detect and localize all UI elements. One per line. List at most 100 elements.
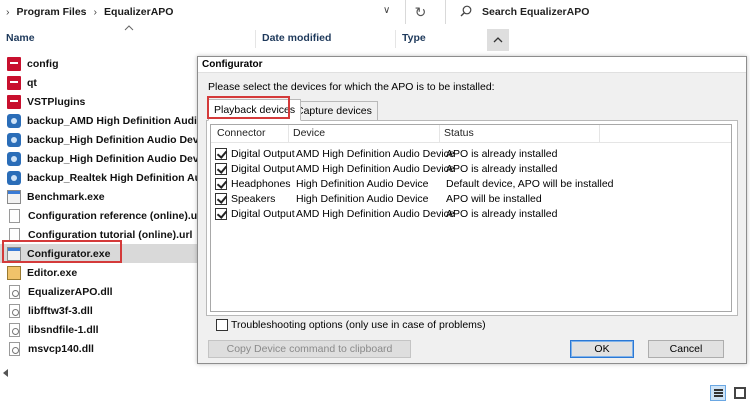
troubleshooting-checkbox[interactable]: [216, 319, 228, 331]
file-row-equalizerapo-dll[interactable]: EqualizerAPO.dll: [0, 282, 200, 301]
search-icon: [460, 5, 472, 20]
breadcrumb-item-program-files[interactable]: Program Files: [17, 6, 87, 18]
troubleshooting-option[interactable]: Troubleshooting options (only use in cas…: [216, 319, 486, 331]
details-view-button[interactable]: [710, 385, 726, 401]
file-row-backup-realtek[interactable]: backup_Realtek High Definition Audio_S: [0, 168, 200, 187]
ok-button[interactable]: OK: [570, 340, 634, 358]
settings-file-icon: [7, 132, 21, 147]
device-row[interactable]: Digital Output AMD High Definition Audio…: [211, 162, 731, 177]
device-connector: Digital Output: [231, 148, 295, 160]
status-bar: [0, 380, 750, 406]
dialog-instruction: Please select the devices for which the …: [208, 81, 495, 93]
device-checkbox[interactable]: [215, 178, 227, 190]
device-list-header: Connector Device Status: [211, 125, 731, 143]
refresh-icon: ↻: [414, 3, 427, 20]
device-name: High Definition Audio Device: [296, 178, 429, 190]
device-checkbox[interactable]: [215, 193, 227, 205]
file-row-qt[interactable]: qt: [0, 73, 200, 92]
device-row[interactable]: Headphones High Definition Audio Device …: [211, 177, 731, 192]
device-row[interactable]: Speakers High Definition Audio Device AP…: [211, 192, 731, 207]
exe-icon: [7, 189, 21, 204]
device-row[interactable]: Digital Output AMD High Definition Audio…: [211, 147, 731, 162]
dll-icon: [9, 303, 20, 318]
device-status: APO is already installed: [446, 163, 558, 175]
configurator-dialog: Configurator Please select the devices f…: [197, 56, 747, 364]
file-row-config-reference[interactable]: Configuration reference (online).url: [0, 206, 200, 225]
sort-ascending-icon: [124, 25, 134, 31]
device-name: AMD High Definition Audio Device: [296, 163, 455, 175]
large-icons-view-button[interactable]: [732, 385, 748, 401]
breadcrumb[interactable]: › Program Files › EqualizerAPO: [6, 0, 401, 24]
copy-command-button[interactable]: Copy Device command to clipboard: [208, 340, 411, 358]
file-row-editor[interactable]: Editor.exe: [0, 263, 200, 282]
device-connector: Digital Output: [231, 208, 295, 220]
device-name: AMD High Definition Audio Device: [296, 148, 455, 160]
chevron-up-icon: [493, 37, 503, 43]
file-row-libsndfile[interactable]: libsndfile-1.dll: [0, 320, 200, 339]
device-status: APO is already installed: [446, 148, 558, 160]
settings-file-icon: [7, 170, 21, 185]
tab-panel: Connector Device Status Digital Output A…: [206, 120, 738, 316]
breadcrumb-chevron-icon: ›: [93, 6, 98, 18]
settings-file-icon: [7, 151, 21, 166]
details-view-icon: [714, 389, 723, 397]
tab-capture-devices[interactable]: Capture devices: [290, 101, 378, 121]
device-status: APO is already installed: [446, 208, 558, 220]
column-header-name[interactable]: Name: [6, 32, 35, 44]
collapse-button[interactable]: [487, 29, 509, 51]
column-divider[interactable]: [395, 30, 396, 48]
dialog-title: Configurator: [198, 57, 746, 73]
file-row-libfftw[interactable]: libfftw3f-3.dll: [0, 301, 200, 320]
column-divider[interactable]: [599, 125, 600, 143]
device-list[interactable]: Connector Device Status Digital Output A…: [210, 124, 732, 312]
file-row-backup-amd[interactable]: backup_AMD High Definition Audio De: [0, 111, 200, 130]
device-status: APO will be installed: [446, 193, 542, 205]
device-name: AMD High Definition Audio Device: [296, 208, 455, 220]
file-row-benchmark[interactable]: Benchmark.exe: [0, 187, 200, 206]
red-folder-icon: [7, 56, 21, 71]
device-name: High Definition Audio Device: [296, 193, 429, 205]
column-header-date-modified[interactable]: Date modified: [262, 32, 331, 44]
address-bar: › Program Files › EqualizerAPO ∨ ↻ Searc…: [0, 0, 750, 26]
device-row[interactable]: Digital Output AMD High Definition Audio…: [211, 207, 731, 222]
file-row-vstplugins[interactable]: VSTPlugins: [0, 92, 200, 111]
dll-icon: [9, 341, 20, 356]
search-placeholder: Search EqualizerAPO: [482, 6, 590, 18]
url-file-icon: [9, 208, 20, 223]
red-folder-icon: [7, 94, 21, 109]
chevron-down-icon[interactable]: ∨: [383, 5, 390, 16]
device-connector: Headphones: [231, 178, 291, 190]
device-checkbox[interactable]: [215, 163, 227, 175]
refresh-button[interactable]: ↻: [405, 0, 435, 24]
column-divider[interactable]: [439, 125, 440, 143]
cancel-button[interactable]: Cancel: [648, 340, 724, 358]
editor-exe-icon: [7, 265, 21, 280]
header-status[interactable]: Status: [444, 127, 474, 139]
device-status: Default device, APO will be installed: [446, 178, 614, 190]
device-connector: Digital Output: [231, 163, 295, 175]
column-header-type[interactable]: Type: [402, 32, 426, 44]
file-row-backup-hd-s[interactable]: backup_High Definition Audio Device_S: [0, 149, 200, 168]
search-input[interactable]: Search EqualizerAPO: [445, 0, 750, 24]
device-checkbox[interactable]: [215, 148, 227, 160]
large-icons-view-icon: [734, 387, 746, 399]
column-header-row: Name Date modified Type: [0, 28, 750, 50]
dll-icon: [9, 322, 20, 337]
scroll-left-arrow-icon[interactable]: [3, 369, 8, 377]
breadcrumb-chevron-icon: ›: [6, 6, 10, 18]
header-connector[interactable]: Connector: [217, 127, 265, 139]
file-row-msvcp140[interactable]: msvcp140.dll: [0, 339, 200, 358]
playback-tab-highlight-box: [207, 96, 290, 119]
device-connector: Speakers: [231, 193, 276, 205]
column-divider[interactable]: [288, 125, 289, 143]
header-device[interactable]: Device: [293, 127, 325, 139]
device-checkbox[interactable]: [215, 208, 227, 220]
configurator-highlight-box: [2, 240, 122, 263]
troubleshooting-label: Troubleshooting options (only use in cas…: [231, 319, 486, 331]
red-folder-icon: [7, 75, 21, 90]
file-row-config[interactable]: config: [0, 54, 200, 73]
settings-file-icon: [7, 113, 21, 128]
breadcrumb-item-equalizerapo[interactable]: EqualizerAPO: [104, 6, 173, 18]
column-divider[interactable]: [255, 30, 256, 48]
file-row-backup-hd-h[interactable]: backup_High Definition Audio Device_H: [0, 130, 200, 149]
